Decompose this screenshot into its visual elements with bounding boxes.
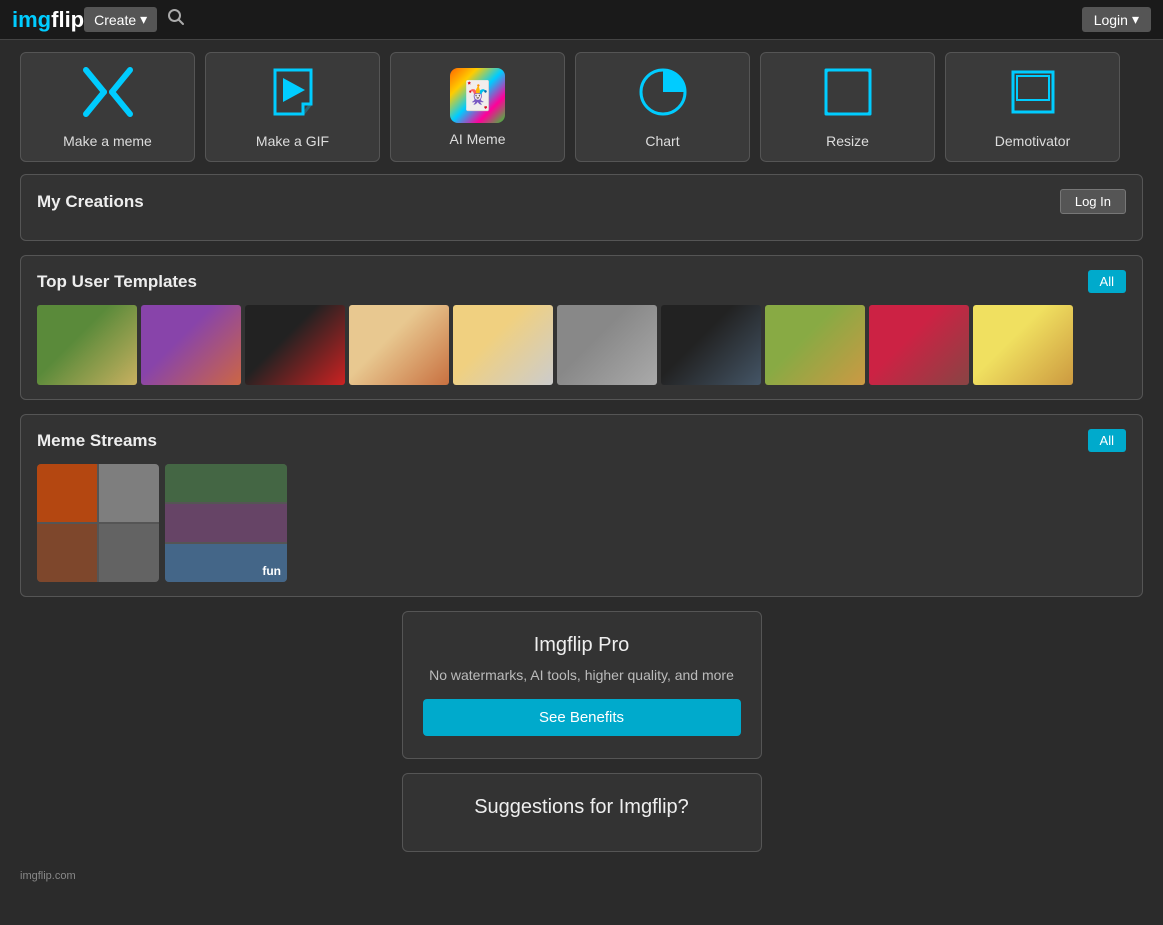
stream-collage-2: fun — [165, 464, 287, 582]
meme-streams-header: Meme Streams All — [37, 429, 1126, 452]
make-meme-label: Make a meme — [63, 133, 152, 149]
resize-icon — [822, 66, 874, 125]
meme-streams-section: Meme Streams All — [20, 414, 1143, 597]
template-placeholder-3 — [245, 305, 345, 385]
top-templates-title: Top User Templates — [37, 272, 197, 292]
streams-row: fun — [37, 464, 1126, 582]
templates-row — [37, 305, 1126, 385]
list-item[interactable] — [869, 305, 969, 385]
create-dropdown-icon: ▾ — [140, 11, 147, 28]
list-item[interactable] — [765, 305, 865, 385]
tool-make-meme[interactable]: Make a meme — [20, 52, 195, 162]
pro-title: Imgflip Pro — [423, 634, 741, 657]
list-item[interactable] — [453, 305, 553, 385]
footer-text: imgflip.com — [20, 870, 76, 882]
login-dropdown-icon: ▾ — [1132, 11, 1139, 28]
see-benefits-button[interactable]: See Benefits — [423, 699, 741, 736]
header-right: Login ▾ — [1082, 7, 1151, 32]
tools-row: Make a meme Make a GIF 🃏 AI Meme Chart — [0, 40, 1163, 174]
template-placeholder-4 — [349, 305, 449, 385]
meme-streams-title: Meme Streams — [37, 431, 157, 451]
list-item[interactable] — [245, 305, 345, 385]
create-button[interactable]: Create ▾ — [84, 7, 157, 32]
pro-description: No watermarks, AI tools, higher quality,… — [423, 667, 741, 683]
login-button[interactable]: Login ▾ — [1082, 7, 1151, 32]
chart-label: Chart — [645, 133, 679, 149]
list-item[interactable]: fun — [165, 464, 287, 582]
logo-img-text: img — [12, 7, 51, 33]
logo-flip-text: flip — [51, 7, 84, 33]
log-in-button[interactable]: Log In — [1060, 189, 1126, 214]
pro-section: Imgflip Pro No watermarks, AI tools, hig… — [402, 611, 762, 759]
make-gif-label: Make a GIF — [256, 133, 329, 149]
make-meme-icon — [82, 66, 134, 125]
stream-fun-label: fun — [262, 564, 281, 578]
list-item[interactable] — [141, 305, 241, 385]
top-templates-header: Top User Templates All — [37, 270, 1126, 293]
tool-chart[interactable]: Chart — [575, 52, 750, 162]
demotivator-label: Demotivator — [995, 133, 1070, 149]
my-creations-section: My Creations Log In — [20, 174, 1143, 241]
template-placeholder-6 — [557, 305, 657, 385]
create-label: Create — [94, 12, 136, 28]
list-item[interactable] — [37, 464, 159, 582]
chart-icon — [637, 66, 689, 125]
template-placeholder-5 — [453, 305, 553, 385]
my-creations-title: My Creations — [37, 192, 144, 212]
list-item[interactable] — [661, 305, 761, 385]
template-placeholder-2 — [141, 305, 241, 385]
ai-meme-label: AI Meme — [449, 131, 505, 147]
suggestions-section-wrapper: Suggestions for Imgflip? — [402, 773, 762, 852]
pro-section-wrapper: Imgflip Pro No watermarks, AI tools, hig… — [402, 611, 762, 759]
tool-demotivator[interactable]: Demotivator — [945, 52, 1120, 162]
list-item[interactable] — [37, 305, 137, 385]
stream-collage-1 — [37, 464, 159, 582]
tool-make-gif[interactable]: Make a GIF — [205, 52, 380, 162]
template-placeholder-9 — [869, 305, 969, 385]
my-creations-header: My Creations Log In — [37, 189, 1126, 214]
template-placeholder-8 — [765, 305, 865, 385]
top-templates-section: Top User Templates All — [20, 255, 1143, 400]
list-item[interactable] — [973, 305, 1073, 385]
footer: imgflip.com — [0, 866, 1163, 886]
demotivator-icon — [1007, 66, 1059, 125]
logo[interactable]: imgflip — [12, 7, 84, 33]
top-templates-all-button[interactable]: All — [1088, 270, 1126, 293]
make-gif-icon — [267, 66, 319, 125]
template-placeholder-10 — [973, 305, 1073, 385]
suggestions-section: Suggestions for Imgflip? — [402, 773, 762, 852]
ai-meme-icon: 🃏 — [450, 68, 505, 123]
suggestions-title: Suggestions for Imgflip? — [423, 796, 741, 819]
template-placeholder-7 — [661, 305, 761, 385]
tool-resize[interactable]: Resize — [760, 52, 935, 162]
search-icon[interactable] — [167, 8, 185, 31]
tool-ai-meme[interactable]: 🃏 AI Meme — [390, 52, 565, 162]
login-label: Login — [1094, 12, 1128, 28]
header: imgflip Create ▾ Login ▾ — [0, 0, 1163, 40]
template-placeholder-1 — [37, 305, 137, 385]
list-item[interactable] — [349, 305, 449, 385]
list-item[interactable] — [557, 305, 657, 385]
resize-label: Resize — [826, 133, 869, 149]
meme-streams-all-button[interactable]: All — [1088, 429, 1126, 452]
